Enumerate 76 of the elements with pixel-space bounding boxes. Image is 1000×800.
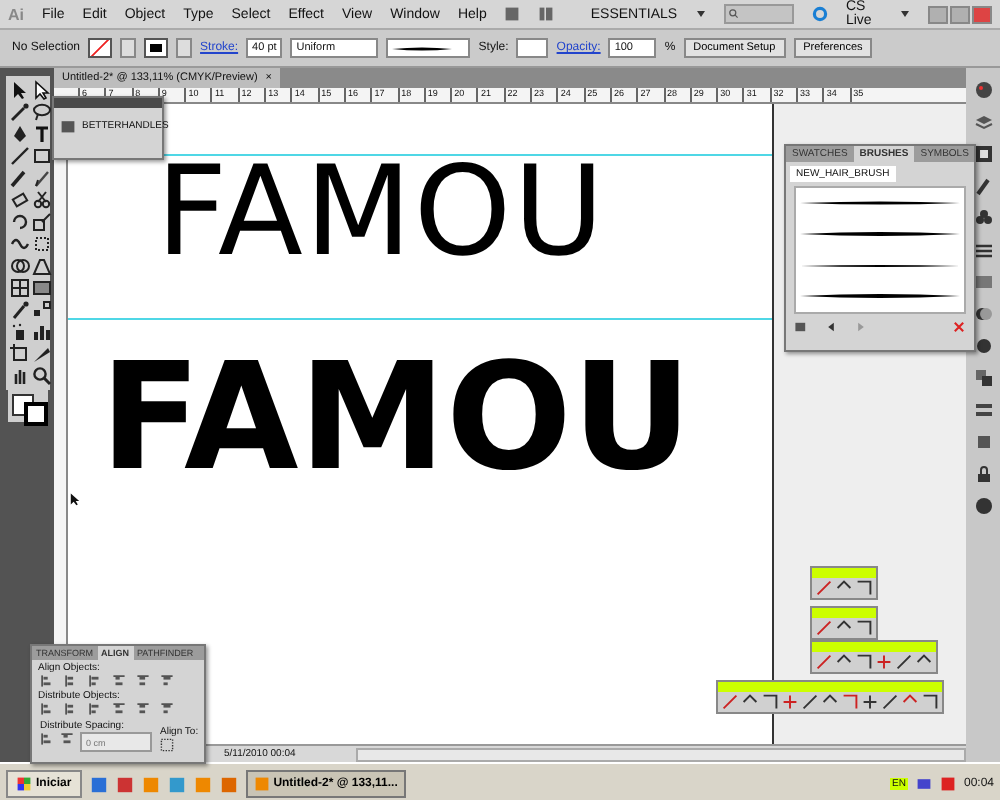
scale-icon[interactable] [31, 212, 51, 232]
scrollbar[interactable] [355, 747, 966, 761]
fill-swatch[interactable] [88, 38, 113, 58]
align-icon[interactable] [136, 674, 150, 688]
shield-icon[interactable] [939, 776, 956, 792]
eraser-icon[interactable] [9, 190, 29, 210]
ring-icon[interactable] [811, 6, 828, 22]
search-icon [727, 8, 740, 20]
distribute-icon[interactable] [112, 702, 126, 716]
arrow-left-icon[interactable] [824, 320, 838, 334]
caret-icon[interactable] [900, 10, 910, 18]
shape-builder-icon[interactable] [9, 256, 29, 276]
graphic-styles-icon[interactable] [973, 368, 993, 388]
wand-icon[interactable] [9, 102, 29, 122]
appearance-icon[interactable] [973, 336, 993, 356]
scissors-icon[interactable] [31, 190, 51, 210]
rotate-icon[interactable] [9, 212, 29, 232]
brush-icon[interactable] [9, 168, 29, 188]
align-icon[interactable] [88, 674, 102, 688]
transparency-icon[interactable] [973, 304, 993, 324]
distribute-icon[interactable] [160, 702, 174, 716]
club-icon[interactable] [973, 208, 993, 228]
slice-icon[interactable] [31, 344, 51, 364]
style-dropdown[interactable] [516, 38, 549, 58]
zoom-icon[interactable] [31, 366, 51, 386]
caret-icon[interactable] [695, 10, 706, 18]
lock-icon[interactable] [973, 464, 993, 484]
layout-icon[interactable] [538, 6, 555, 22]
gradient-icon[interactable] [31, 278, 51, 298]
distribute-icon[interactable] [60, 732, 74, 746]
library-icon[interactable] [794, 320, 808, 334]
distribute-icon[interactable] [88, 702, 102, 716]
brush-dropdown[interactable] [386, 38, 471, 58]
transform-icon[interactable] [31, 234, 51, 254]
artboards-icon[interactable] [973, 432, 993, 452]
grid-icon[interactable] [504, 6, 521, 22]
eyedropper-icon[interactable] [9, 300, 29, 320]
fill-stroke-icon[interactable] [7, 390, 47, 422]
search-field[interactable] [723, 4, 794, 24]
layers-icon[interactable] [973, 112, 993, 132]
info-icon[interactable] [973, 496, 993, 516]
type-icon[interactable] [31, 124, 51, 144]
windows-icon [16, 776, 32, 792]
rectangle-icon[interactable] [31, 146, 51, 166]
distribute-icon[interactable] [40, 732, 54, 746]
lasso-icon[interactable] [31, 102, 51, 122]
distribute-icon[interactable] [64, 702, 78, 716]
align-to-icon[interactable] [160, 738, 174, 752]
align-icon[interactable] [40, 674, 54, 688]
path-icon[interactable] [816, 620, 832, 636]
app-logo: Ai [8, 5, 24, 23]
perspective-icon[interactable] [31, 256, 51, 276]
delete-icon[interactable] [952, 320, 966, 334]
align-icon[interactable] [112, 674, 126, 688]
warp-icon[interactable] [9, 234, 29, 254]
layers-icon[interactable] [973, 400, 993, 420]
canvas-text: FAMOU [156, 150, 609, 274]
graph-icon[interactable] [31, 322, 51, 342]
canvas-text: FAMOU [100, 344, 694, 492]
stroke-icon[interactable] [973, 240, 993, 260]
cursor-icon [68, 492, 82, 506]
align-icon[interactable] [160, 674, 174, 688]
palette-icon[interactable] [973, 80, 993, 100]
blend-icon[interactable] [31, 300, 51, 320]
plugin-icon[interactable] [60, 118, 76, 134]
close-button[interactable] [972, 5, 992, 23]
distribute-icon[interactable] [40, 702, 54, 716]
spray-icon[interactable] [9, 322, 29, 342]
brush-icon[interactable] [973, 176, 993, 196]
artboard-icon[interactable] [9, 344, 29, 364]
pencil-icon[interactable] [31, 168, 51, 188]
distribute-icon[interactable] [136, 702, 150, 716]
align-icon[interactable] [64, 674, 78, 688]
stroke-swatch[interactable] [144, 38, 169, 58]
mesh-icon[interactable] [9, 278, 29, 298]
network-icon[interactable] [915, 776, 932, 792]
